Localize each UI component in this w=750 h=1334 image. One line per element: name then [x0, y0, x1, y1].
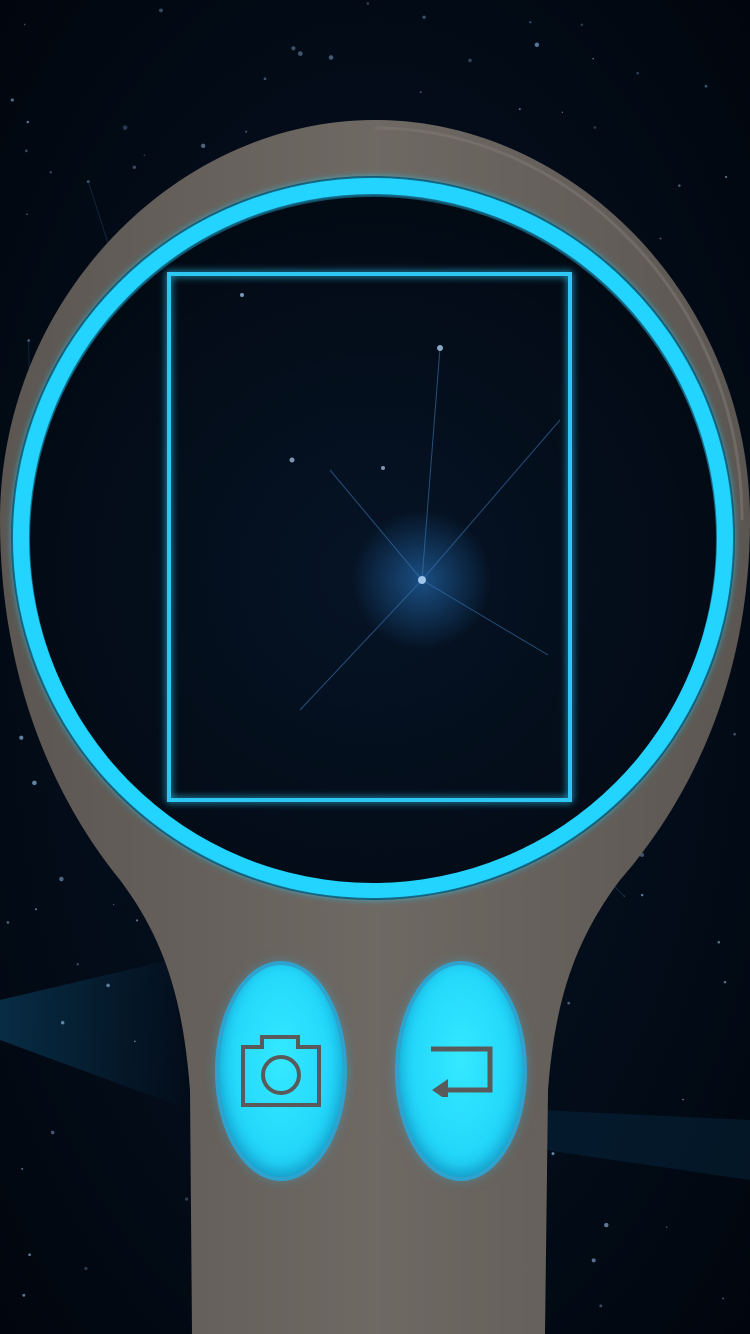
switch-camera-icon	[428, 1045, 494, 1097]
switch-camera-button[interactable]	[399, 965, 523, 1177]
magnifier-app	[0, 0, 750, 1334]
capture-button[interactable]	[219, 965, 343, 1177]
magnifier-body	[0, 120, 750, 1334]
camera-icon	[240, 1033, 322, 1109]
